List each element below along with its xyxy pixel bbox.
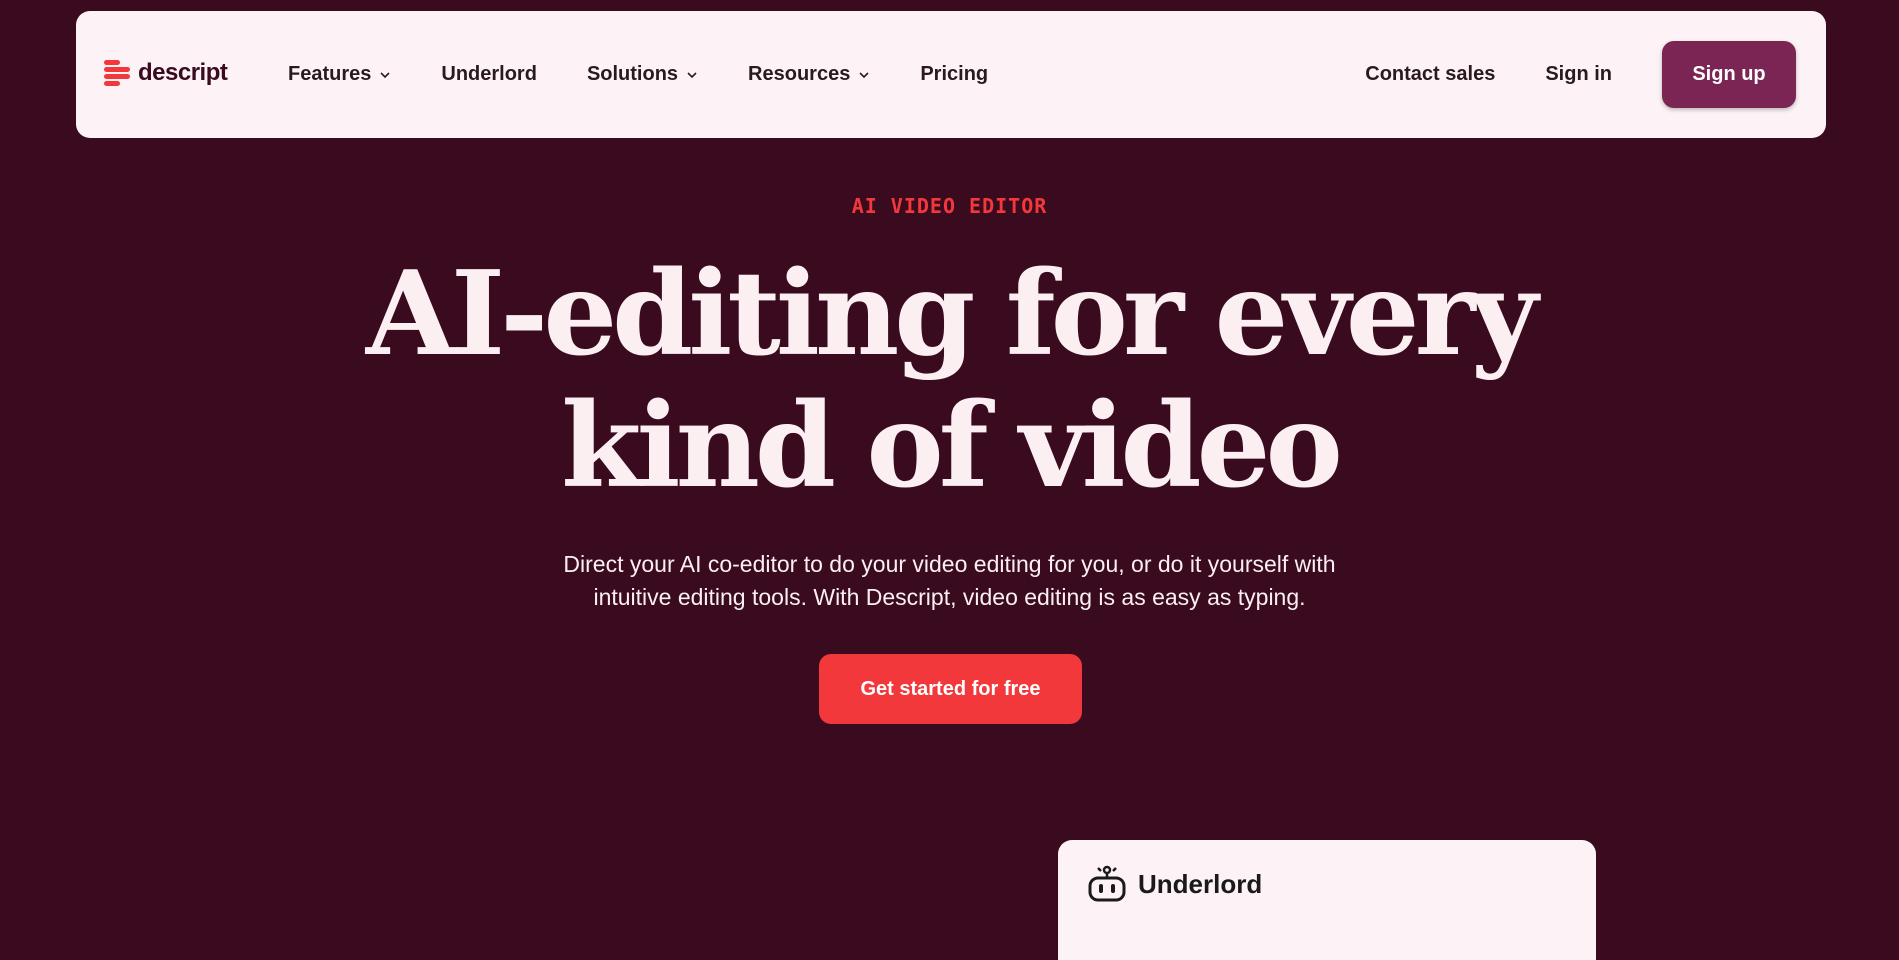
- nav-actions: Contact sales Sign in Sign up: [1365, 11, 1796, 138]
- nav-item-pricing[interactable]: Pricing: [920, 63, 988, 86]
- subtitle-line-2: intuitive editing tools. With Descript, …: [593, 584, 1306, 610]
- nav-item-features[interactable]: Features: [288, 63, 391, 86]
- chevron-down-icon: [687, 71, 697, 78]
- hero-subtitle: Direct your AI co-editor to do your vide…: [0, 548, 1899, 614]
- logo-text: descript: [138, 59, 228, 86]
- nav-item-resources[interactable]: Resources: [748, 63, 870, 86]
- headline-line-1: AI-editing for every: [365, 246, 1538, 382]
- hero-headline: AI-editing for every kind of video: [0, 248, 1899, 512]
- chevron-down-icon: [859, 71, 869, 78]
- sign-in-link[interactable]: Sign in: [1545, 63, 1612, 86]
- descript-logo[interactable]: descript: [104, 57, 228, 89]
- top-navigation: descript Features Underlord Solutions Re…: [76, 11, 1826, 138]
- nav-item-label: Solutions: [586, 63, 679, 85]
- headline-line-2: kind of video: [561, 378, 1343, 514]
- card-header: Underlord: [1086, 864, 1262, 904]
- nav-links: Features Underlord Solutions Resources P…: [288, 11, 1038, 138]
- underlord-card: Underlord: [1058, 840, 1596, 960]
- get-started-button[interactable]: Get started for free: [819, 654, 1082, 724]
- nav-item-label: Underlord: [441, 63, 537, 85]
- nav-item-label: Pricing: [920, 63, 989, 85]
- hero-eyebrow: AI VIDEO EDITOR: [851, 194, 1048, 218]
- nav-item-label: Features: [288, 63, 372, 85]
- nav-item-label: Resources: [748, 63, 851, 85]
- sign-up-button[interactable]: Sign up: [1662, 41, 1796, 108]
- nav-item-underlord[interactable]: Underlord: [441, 63, 537, 86]
- logo-mark-icon: [104, 57, 132, 89]
- contact-sales-link[interactable]: Contact sales: [1365, 63, 1495, 86]
- chevron-down-icon: [380, 71, 390, 78]
- nav-item-solutions[interactable]: Solutions: [587, 63, 698, 86]
- robot-icon: [1088, 865, 1126, 902]
- subtitle-line-1: Direct your AI co-editor to do your vide…: [563, 551, 1336, 577]
- card-title: Underlord: [1138, 868, 1263, 899]
